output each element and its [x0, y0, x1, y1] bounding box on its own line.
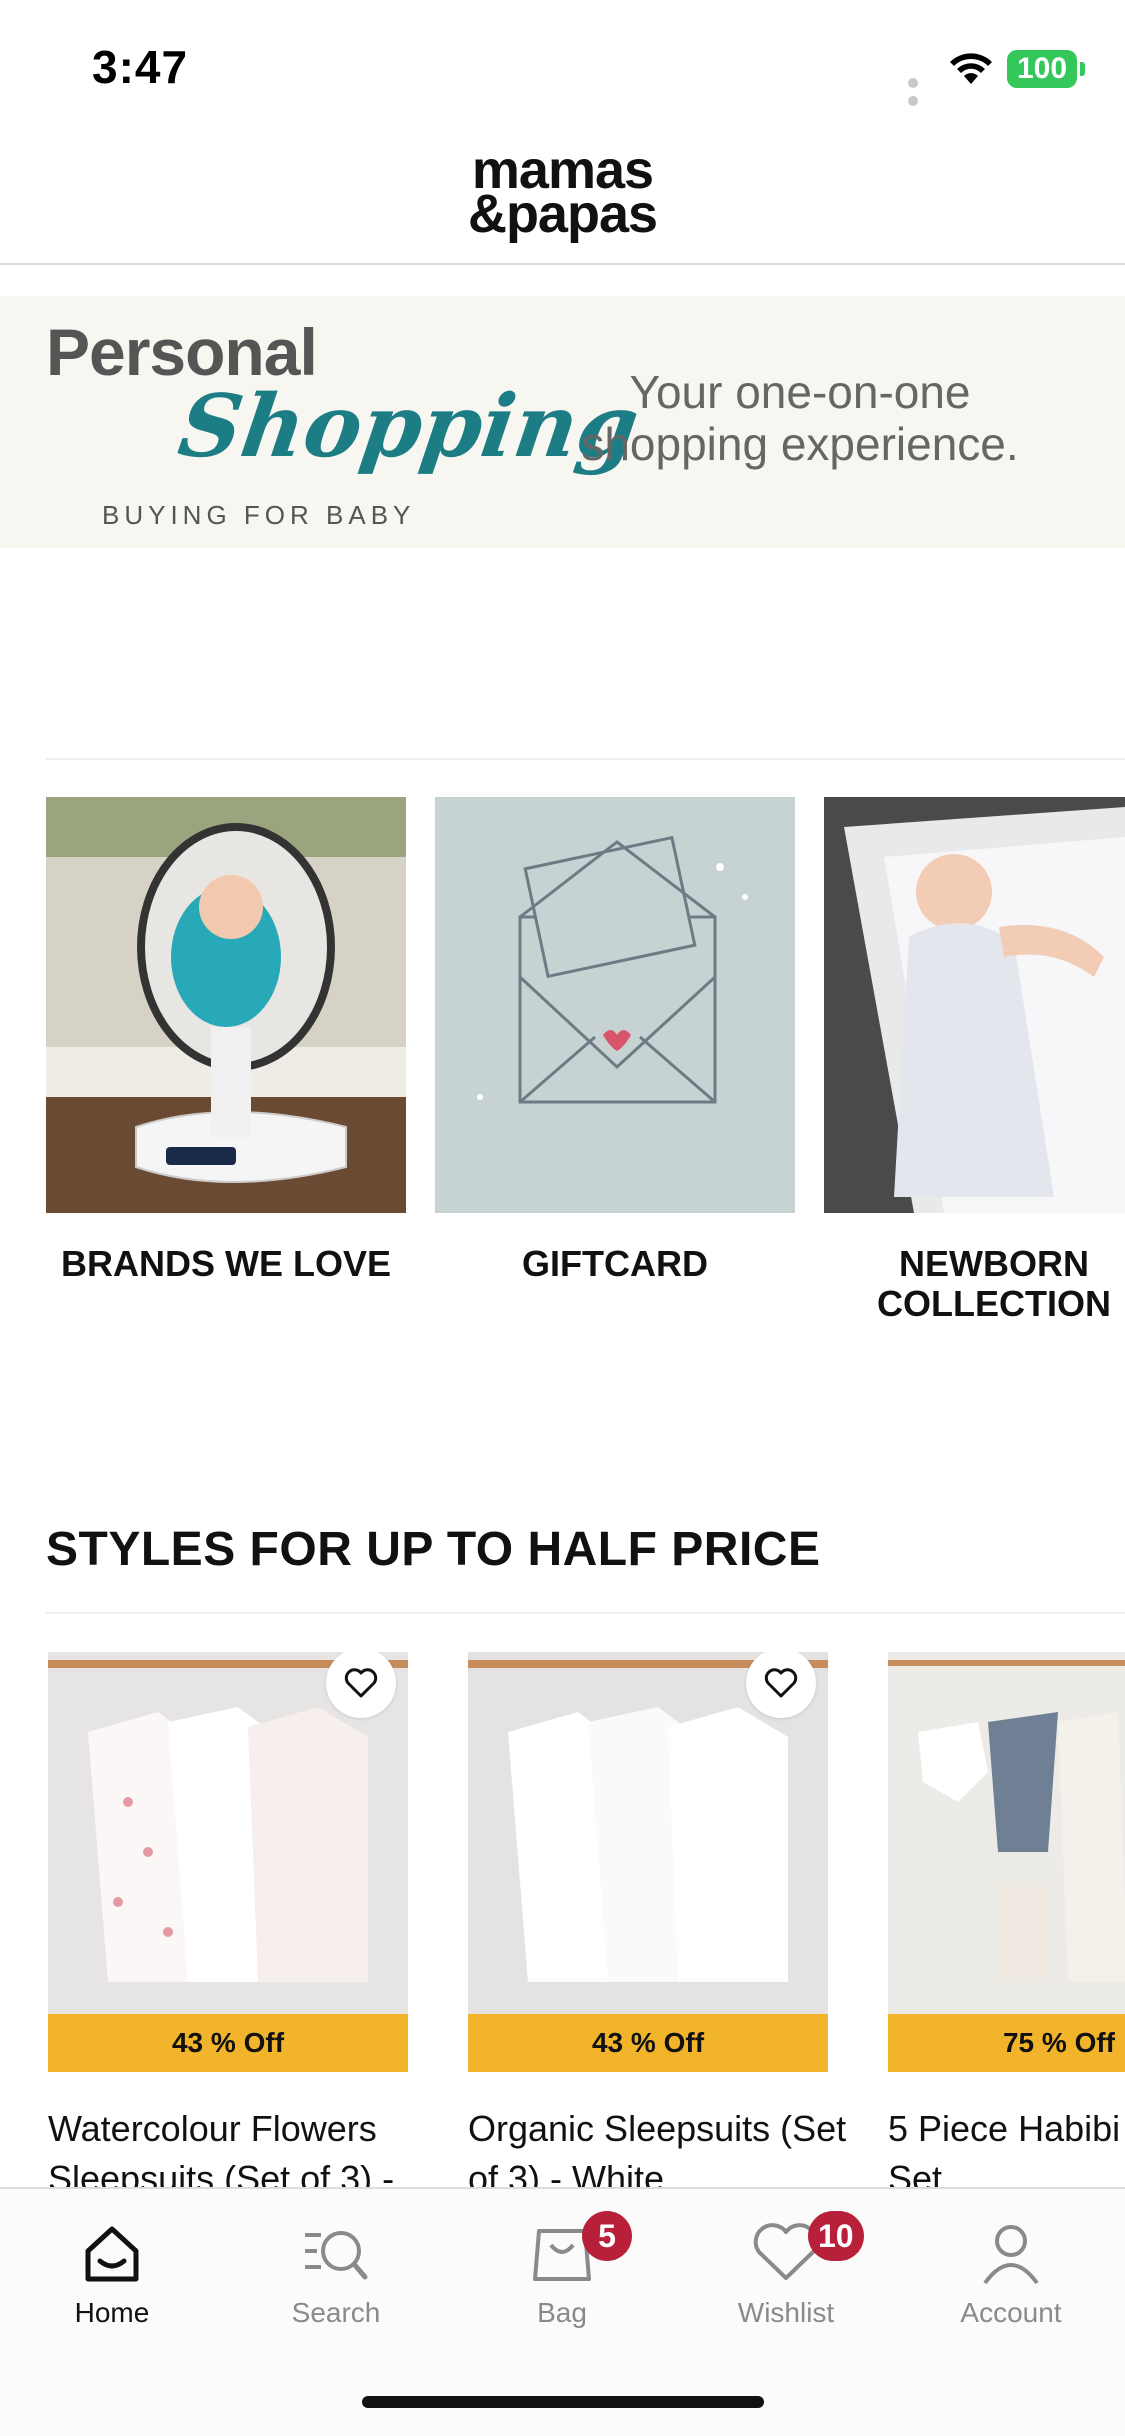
giftcard-envelope-image: [435, 797, 795, 1213]
app-header: mamas &papas: [0, 130, 1125, 265]
banner-subtitle: BUYING FOR BABY: [102, 500, 416, 530]
divider: [46, 1612, 1125, 1614]
battery-indicator: 100: [1007, 50, 1085, 88]
tab-search[interactable]: Search: [246, 2213, 426, 2329]
product-card[interactable]: 43 % Off Organic Sleepsuits (Set of 3) -…: [468, 1652, 846, 2204]
section-title: STYLES FOR UP TO HALF PRICE: [46, 1523, 821, 1576]
baby-swing-image: [46, 797, 406, 1213]
home-icon: [85, 2226, 139, 2282]
wishlist-count-badge: 10: [808, 2211, 864, 2261]
category-card-giftcard[interactable]: [435, 797, 795, 1213]
category-card-newborn[interactable]: [824, 797, 1125, 1213]
tab-home-label: Home: [74, 2297, 150, 2328]
battery-level: 100: [1007, 50, 1077, 88]
newborn-sleeping-image: [824, 797, 1125, 1213]
tab-account[interactable]: Account: [921, 2213, 1101, 2329]
brand-logo[interactable]: mamas &papas: [0, 143, 1125, 244]
tab-account-label: Account: [960, 2297, 1062, 2328]
product-image[interactable]: [48, 1652, 408, 2014]
bag-count-badge: 5: [582, 2211, 632, 2261]
category-label-newborn[interactable]: NEWBORN COLLECTION: [824, 1244, 1125, 1324]
home-indicator[interactable]: [362, 2396, 764, 2408]
banner-tagline: Your one-on-one shopping experience.: [581, 366, 1019, 470]
product-card[interactable]: 43 % Off Watercolour Flowers Sleepsuits …: [48, 1652, 408, 2204]
tab-wishlist-label: Wishlist: [737, 2297, 835, 2328]
tab-home[interactable]: Home: [22, 2213, 202, 2329]
tab-wishlist[interactable]: 10 Wishlist: [696, 2211, 876, 2329]
divider: [46, 758, 1125, 760]
status-bar: 3:47 100: [0, 0, 1125, 130]
wifi-icon: [950, 53, 992, 84]
discount-badge: 43 % Off: [468, 2014, 828, 2072]
product-card[interactable]: 75 % Off 5 Piece Habibi Set: [888, 1652, 1125, 2204]
personal-shopping-banner[interactable]: Personal Shopping BUYING FOR BABY Your o…: [0, 296, 1125, 548]
tab-bag-label: Bag: [537, 2297, 587, 2328]
tab-bag[interactable]: 5 Bag: [472, 2211, 652, 2329]
category-label-giftcard[interactable]: GIFTCARD: [435, 1244, 795, 1284]
product-image[interactable]: [468, 1652, 828, 2014]
status-time: 3:47: [92, 41, 189, 93]
category-card-brands[interactable]: [46, 797, 406, 1213]
tab-search-label: Search: [291, 2297, 381, 2328]
heart-icon: [764, 1668, 798, 1698]
heart-icon: [344, 1668, 378, 1698]
account-icon: [983, 2225, 1039, 2285]
discount-badge: 75 % Off: [888, 2014, 1125, 2072]
cellular-signal-icon: [908, 75, 934, 106]
logo-line2: &papas: [467, 184, 658, 244]
search-icon: [305, 2231, 368, 2280]
product-image[interactable]: [888, 1652, 1125, 2014]
category-label-brands[interactable]: BRANDS WE LOVE: [46, 1244, 406, 1284]
discount-badge: 43 % Off: [48, 2014, 408, 2072]
